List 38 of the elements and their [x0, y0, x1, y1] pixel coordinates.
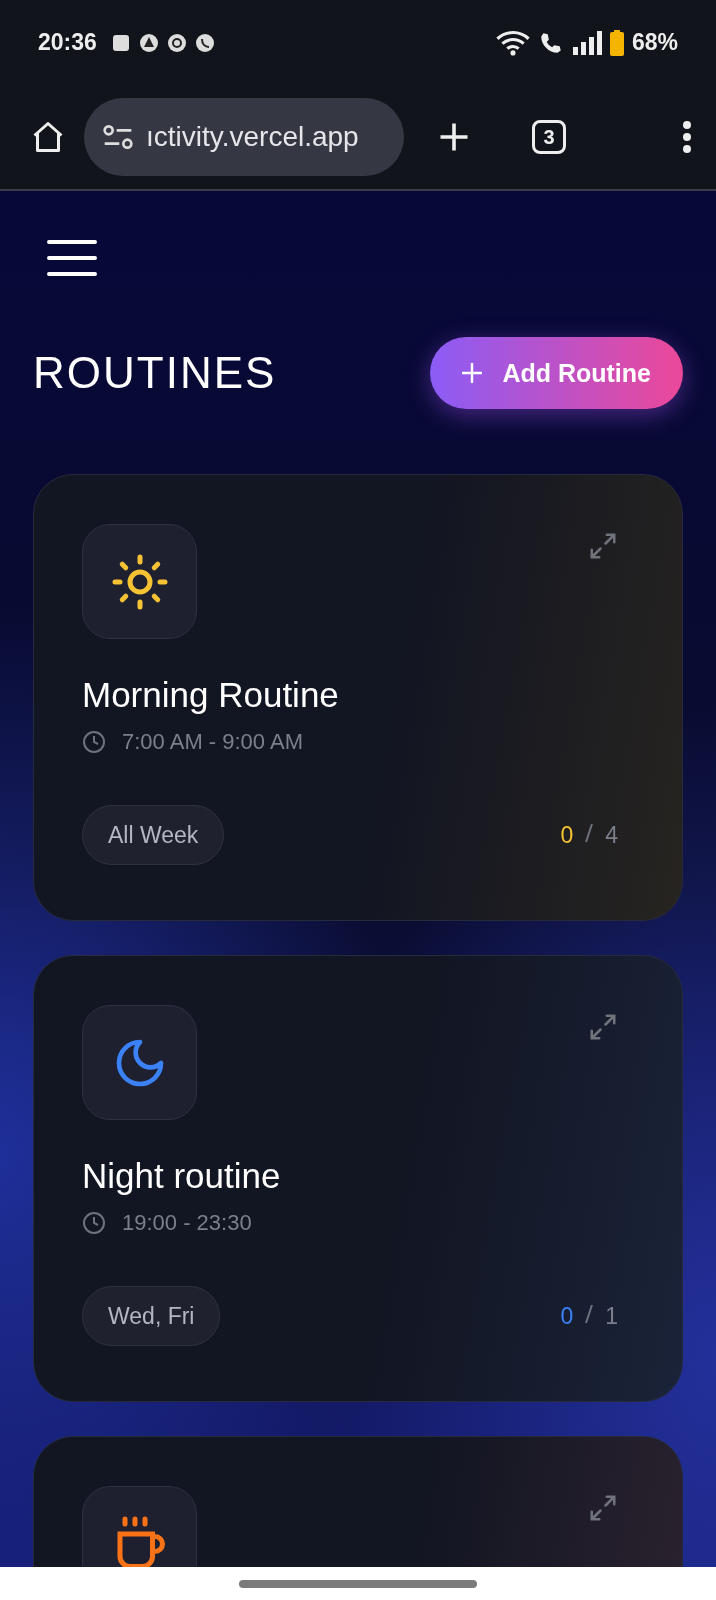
routine-title: Night routine: [82, 1156, 282, 1196]
add-routine-button[interactable]: Add Routine: [430, 337, 683, 409]
notification-icon: [166, 32, 187, 53]
total-count: 4: [605, 821, 618, 849]
time-range: 7:00 AM - 9:00 AM: [122, 729, 303, 755]
gesture-bar[interactable]: [239, 1579, 477, 1588]
routine-card[interactable]: Morning Routine 7:00 AM - 9:00 AM All Week 0 4: [33, 474, 683, 921]
wifi-icon: [495, 29, 530, 56]
clock-icon: [82, 1211, 106, 1235]
expand-icon[interactable]: [588, 531, 618, 561]
notification-icon: [194, 32, 215, 53]
done-count: 0: [560, 1302, 574, 1330]
plus-icon: [460, 361, 485, 385]
tab-count[interactable]: 3: [532, 120, 566, 154]
battery-percent: 68%: [631, 29, 678, 56]
clock-icon: [82, 730, 106, 754]
battery-icon: [609, 29, 624, 56]
notification-icon: [138, 32, 159, 53]
address-bar[interactable]: ıctivity.vercel.app: [84, 98, 404, 176]
status-time: 20:36: [38, 29, 97, 56]
routine-title: Morning Routine: [82, 675, 340, 715]
time-range: 19:00 - 23:30: [122, 1210, 252, 1236]
url-text: ıctivity.vercel.app: [146, 121, 359, 153]
page-title: ROUTINES: [33, 348, 277, 398]
more-icon[interactable]: [682, 120, 692, 154]
slash-icon: [583, 821, 596, 844]
total-count: 1: [605, 1302, 618, 1330]
signal-icon: [571, 30, 602, 55]
notification-icon: [110, 32, 131, 53]
expand-icon[interactable]: [588, 1012, 618, 1042]
routine-card[interactable]: Night routine 19:00 - 23:30 Wed, Fri 0 1: [33, 955, 683, 1402]
days-tag: Wed, Fri: [82, 1286, 221, 1346]
menu-icon[interactable]: [47, 239, 97, 277]
done-count: 0: [560, 821, 574, 849]
days-tag: All Week: [82, 805, 225, 865]
slash-icon: [583, 1302, 596, 1325]
expand-icon[interactable]: [588, 1493, 618, 1523]
site-settings-icon[interactable]: [102, 123, 134, 151]
